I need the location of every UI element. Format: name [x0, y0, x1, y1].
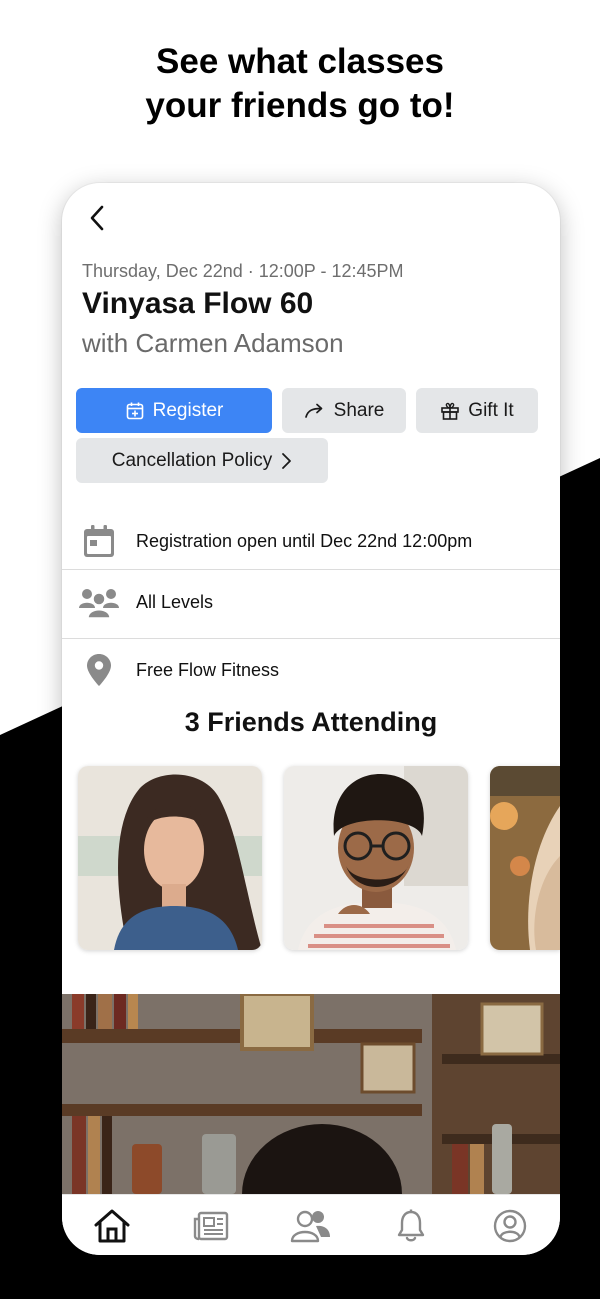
- register-label: Register: [152, 399, 224, 421]
- back-button[interactable]: [82, 201, 112, 235]
- share-label: Share: [333, 399, 385, 421]
- levels-row: All Levels: [62, 575, 560, 629]
- tab-friends[interactable]: [281, 1201, 341, 1251]
- share-button[interactable]: Share: [282, 388, 406, 433]
- cancellation-policy-button[interactable]: Cancellation Policy: [76, 438, 328, 483]
- friend-photo: [490, 766, 560, 950]
- chevron-right-icon: [282, 452, 292, 469]
- studio-photo: [62, 994, 560, 1194]
- friend-avatar[interactable]: [78, 766, 262, 950]
- bell-icon: [397, 1209, 424, 1241]
- gift-icon: [441, 402, 460, 420]
- cancellation-label: Cancellation Policy: [111, 449, 273, 471]
- friend-avatar[interactable]: [284, 766, 468, 950]
- friends-icon: [290, 1210, 330, 1242]
- promo-headline: See what classes your friends go to!: [0, 40, 600, 128]
- friend-photo: [284, 766, 468, 950]
- home-icon: [94, 1209, 130, 1242]
- tab-notifications[interactable]: [381, 1201, 441, 1251]
- divider: [62, 569, 560, 570]
- news-icon: [194, 1211, 229, 1240]
- tab-profile[interactable]: [480, 1201, 540, 1251]
- class-instructor: with Carmen Adamson: [82, 328, 344, 358]
- class-title: Vinyasa Flow 60: [82, 287, 314, 320]
- location-text: Free Flow Fitness: [136, 659, 280, 680]
- tab-home[interactable]: [82, 1201, 142, 1251]
- group-icon: [79, 589, 119, 618]
- promo-line-2: your friends go to!: [145, 86, 455, 125]
- share-arrow-icon: [304, 403, 322, 418]
- friend-avatar[interactable]: [490, 766, 560, 950]
- phone-screen: Thursday, Dec 22nd · 12:00P - 12:45PM Vi…: [62, 183, 560, 1255]
- gift-button[interactable]: Gift It: [416, 388, 538, 433]
- friends-attending-title: 3 Friends Attending: [184, 707, 438, 737]
- chevron-left-icon: [90, 205, 104, 231]
- register-button[interactable]: Register: [76, 388, 272, 433]
- class-datetime: Thursday, Dec 22nd · 12:00P - 12:45PM: [82, 261, 404, 281]
- location-pin-icon: [87, 654, 111, 686]
- registration-text: Registration open until Dec 22nd 12:00pm: [136, 530, 473, 551]
- bottom-tab-bar: [62, 1194, 560, 1255]
- friend-photo: [78, 766, 262, 950]
- divider: [62, 638, 560, 639]
- calendar-icon: [84, 525, 114, 557]
- calendar-plus-icon: [126, 402, 143, 419]
- tab-news[interactable]: [181, 1201, 241, 1251]
- registration-row: Registration open until Dec 22nd 12:00pm: [62, 513, 560, 569]
- gift-label: Gift It: [468, 399, 514, 421]
- levels-text: All Levels: [136, 591, 214, 612]
- location-row: Free Flow Fitness: [62, 643, 560, 697]
- promo-line-1: See what classes: [156, 42, 444, 81]
- studio-image: [62, 994, 560, 1194]
- profile-icon: [493, 1209, 527, 1242]
